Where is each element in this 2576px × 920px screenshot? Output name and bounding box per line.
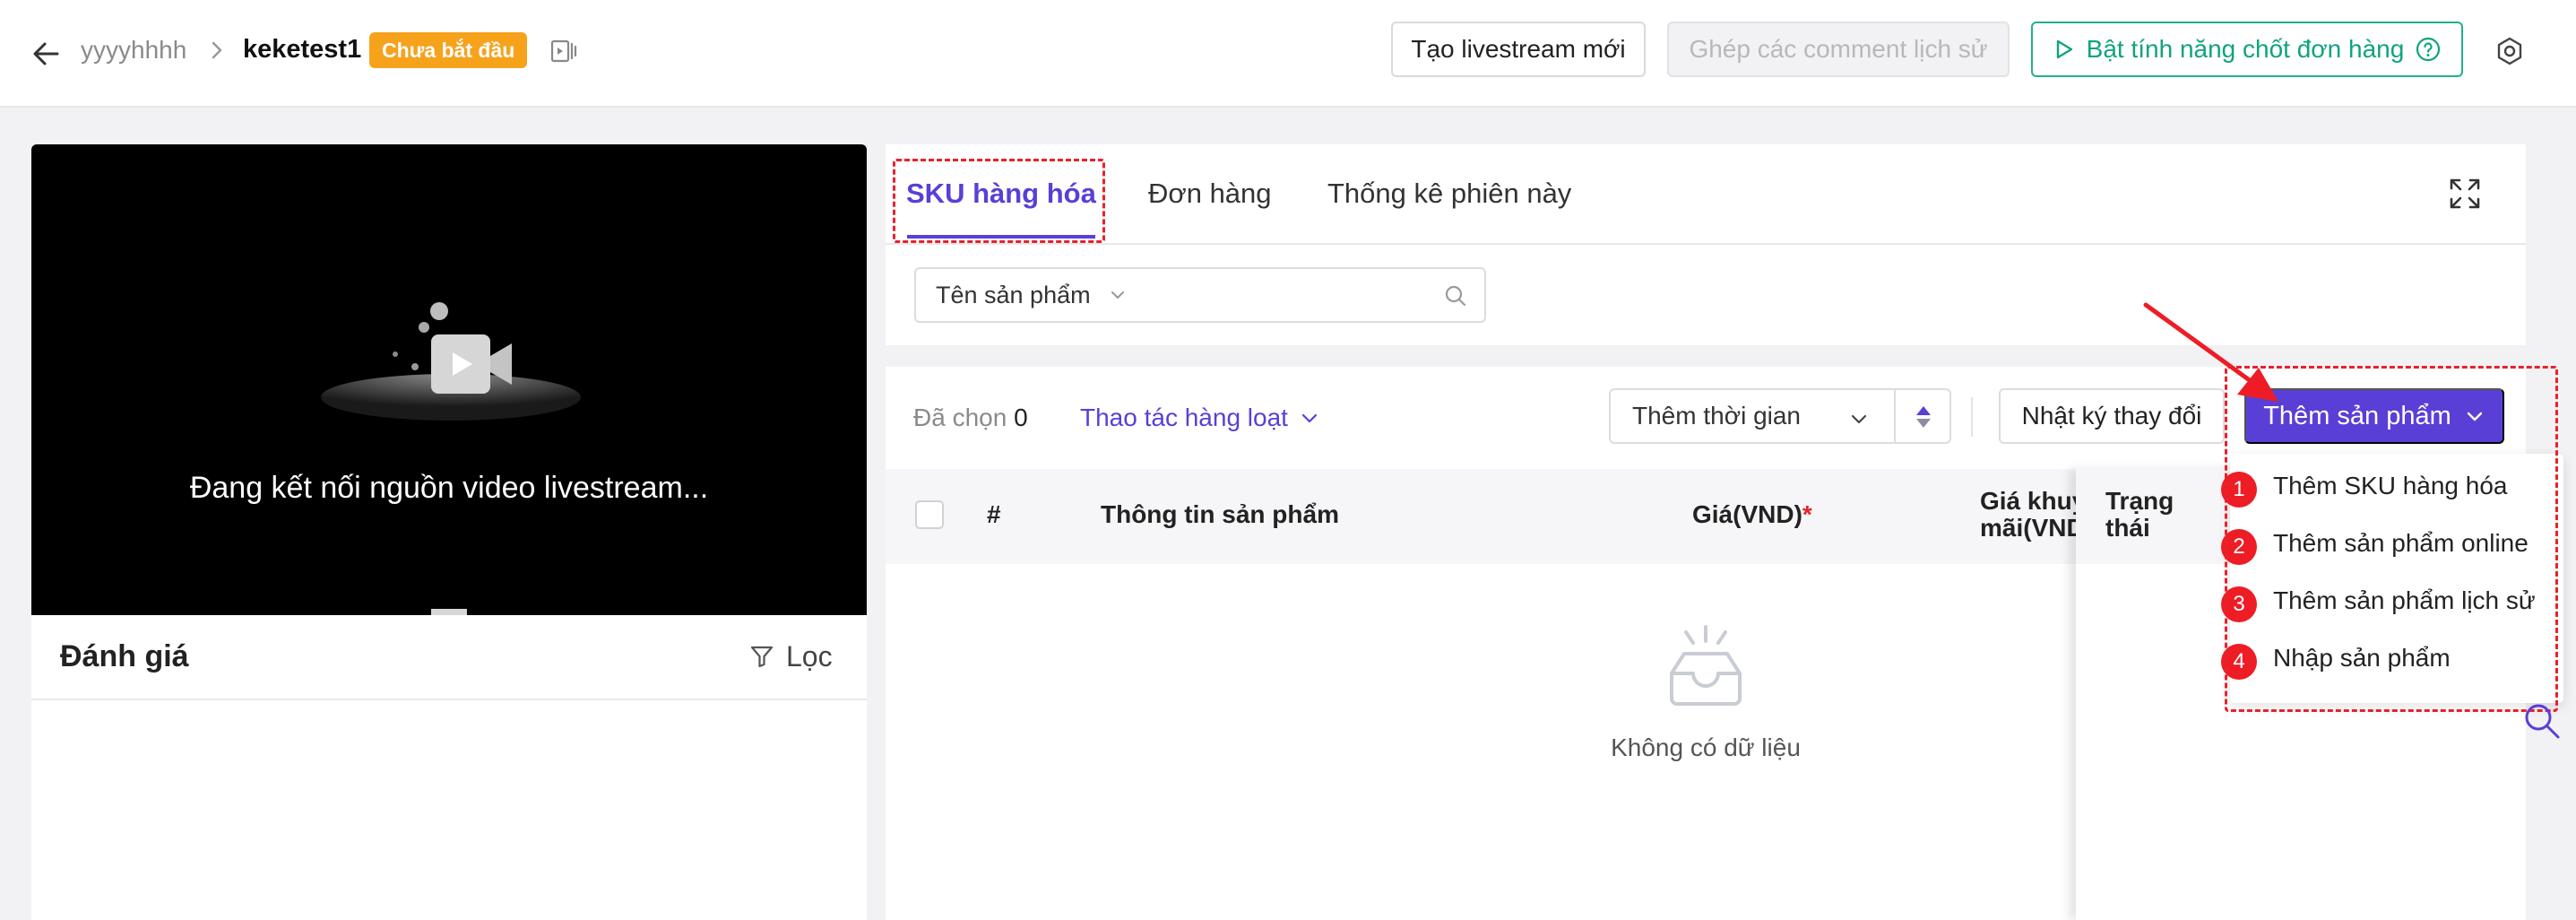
selected-info: Đã chọn 0	[913, 402, 1028, 434]
step-number-badge: 3	[2221, 586, 2257, 622]
empty-state-text: Không có dữ liệu	[1611, 733, 1801, 761]
enable-order-closing-label: Bật tính năng chốt đơn hàng	[2086, 35, 2405, 63]
breadcrumb-session: keketest1	[243, 35, 362, 64]
tab-sku[interactable]: SKU hàng hóa	[906, 175, 1096, 213]
review-panel: Đánh giá Lọc	[31, 615, 867, 920]
review-title: Đánh giá	[60, 639, 189, 673]
divider	[31, 699, 867, 700]
fullscreen-icon[interactable]	[2447, 176, 2483, 212]
change-log-button[interactable]: Nhật ký thay đổi	[1999, 388, 2225, 444]
active-tab-indicator	[907, 235, 1095, 239]
add-product-label: Thêm sản phẩm	[2263, 402, 2451, 430]
menu-item-add-history-product[interactable]: Thêm sản phẩm lịch sử	[2273, 585, 2536, 617]
filter-button[interactable]: Lọc	[748, 638, 833, 674]
empty-inbox-icon	[1664, 623, 1747, 707]
column-price-label: Giá(VND)	[1692, 500, 1802, 528]
video-player[interactable]: Đang kết nối nguồn video livestream...	[31, 144, 867, 615]
menu-item-add-online-product[interactable]: Thêm sản phẩm online	[2273, 527, 2528, 560]
chevron-down-icon	[2464, 405, 2485, 427]
play-outline-icon	[2053, 38, 2076, 61]
merge-comments-button[interactable]: Ghép các comment lịch sử	[1667, 22, 2010, 77]
column-price: Giá(VND)*	[1692, 499, 1812, 530]
video-progress-handle[interactable]	[431, 609, 467, 615]
column-promo-price-line2: mãi(VND	[1980, 514, 2085, 542]
tabs-bar: SKU hàng hóa Đơn hàng Thống kê phiên này	[886, 144, 2526, 245]
select-all-checkbox[interactable]	[915, 500, 944, 529]
enable-order-closing-button[interactable]: Bật tính năng chốt đơn hàng	[2031, 22, 2463, 77]
column-status-line2: thái	[2105, 514, 2150, 542]
search-icon[interactable]	[1443, 283, 1468, 308]
column-product-info: Thông tin sản phẩm	[1101, 500, 1339, 528]
filter-label: Lọc	[786, 640, 833, 673]
step-number-badge: 2	[2221, 529, 2257, 565]
settings-icon[interactable]	[2492, 34, 2528, 70]
chevron-right-icon	[204, 38, 229, 63]
back-arrow-icon[interactable]	[27, 34, 66, 74]
help-circle-icon	[2415, 36, 2442, 63]
tab-orders[interactable]: Đơn hàng	[1148, 175, 1272, 213]
chevron-down-icon	[1299, 407, 1320, 429]
menu-item-import-product[interactable]: Nhập sản phẩm	[2273, 642, 2451, 674]
device-link-icon[interactable]	[549, 36, 579, 66]
tab-session-stats[interactable]: Thống kê phiên này	[1327, 175, 1571, 213]
divider	[1971, 397, 1973, 437]
add-product-menu: Thêm SKU hàng hóa Thêm sản phẩm online T…	[2230, 454, 2563, 703]
video-status-text: Đang kết nối nguồn video livestream...	[189, 471, 709, 505]
breadcrumb-shop[interactable]: yyyyhhhh	[81, 34, 186, 66]
selected-label: Đã chọn	[913, 404, 1007, 431]
search-input[interactable]	[1147, 267, 1486, 323]
column-index: #	[987, 500, 1001, 528]
menu-item-add-sku[interactable]: Thêm SKU hàng hóa	[2273, 470, 2508, 502]
chevron-down-icon	[1848, 408, 1870, 430]
bulk-action-dropdown[interactable]: Thao tác hàng loạt	[1080, 402, 1320, 434]
video-camera-icon	[316, 297, 585, 440]
step-number-badge: 1	[2221, 472, 2257, 508]
chevron-down-icon	[1108, 285, 1128, 305]
step-number-badge: 4	[2221, 644, 2257, 680]
top-header: yyyyhhhh keketest1 Chưa bắt đầu Tạo live…	[0, 0, 2576, 108]
bulk-action-label: Thao tác hàng loạt	[1080, 404, 1288, 431]
create-livestream-button[interactable]: Tạo livestream mới	[1391, 22, 1646, 77]
sort-button[interactable]	[1894, 388, 1951, 444]
status-badge: Chưa bắt đầu	[369, 32, 528, 68]
floating-search-icon[interactable]	[2522, 701, 2562, 741]
column-promo-price-line1: Giá khuy	[1980, 487, 2087, 515]
add-product-button[interactable]: Thêm sản phẩm	[2244, 388, 2504, 444]
sort-icon	[1912, 403, 1935, 431]
required-mark: *	[1802, 500, 1812, 528]
column-status-line1: Trạng	[2105, 487, 2174, 515]
funnel-icon	[748, 643, 775, 670]
selected-count: 0	[1014, 404, 1028, 431]
